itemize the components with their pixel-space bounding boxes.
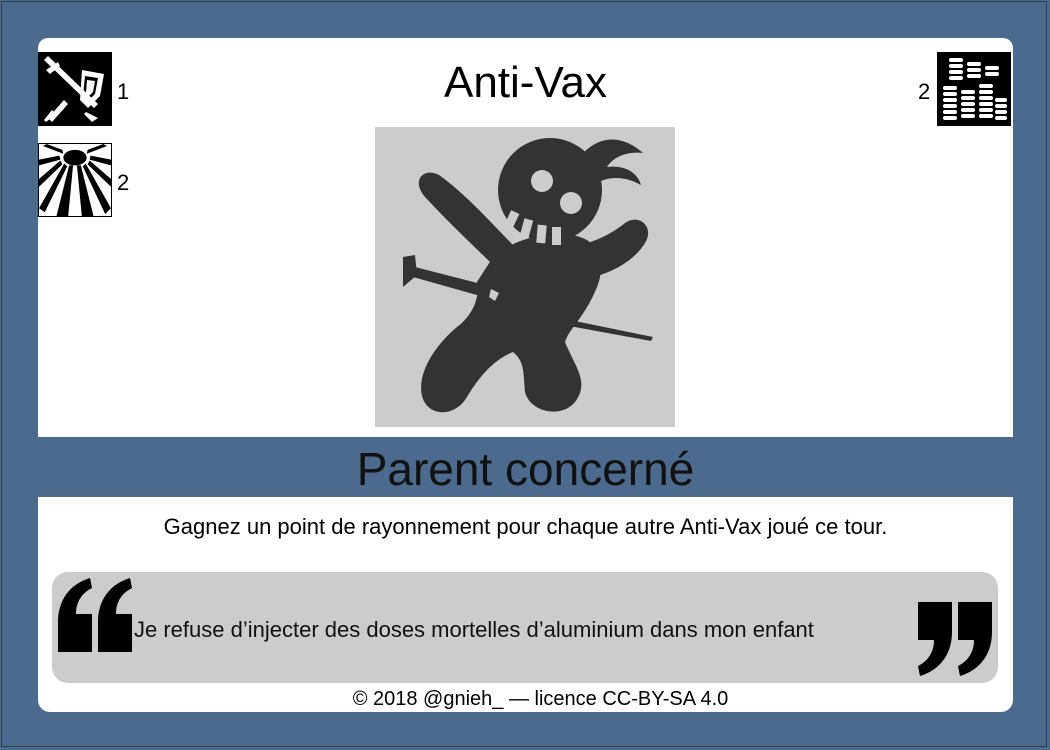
close-quote-icon [916,600,994,678]
sun-rays-icon [38,143,112,217]
card-title: Anti-Vax [443,58,608,107]
open-quote-icon [56,576,134,654]
influence-value: 2 [117,170,130,195]
quote-text: Je refuse d’injecter des doses mortelles… [134,617,814,642]
voodoo-doll-icon [375,127,675,427]
card-subtitle: Parent concerné [356,443,695,495]
card-effect-text: Gagnez un point de rayonnement pour chaq… [163,514,888,539]
footer-credit: © 2018 @gnieh_ — licence CC-BY-SA 4.0 [352,688,729,710]
